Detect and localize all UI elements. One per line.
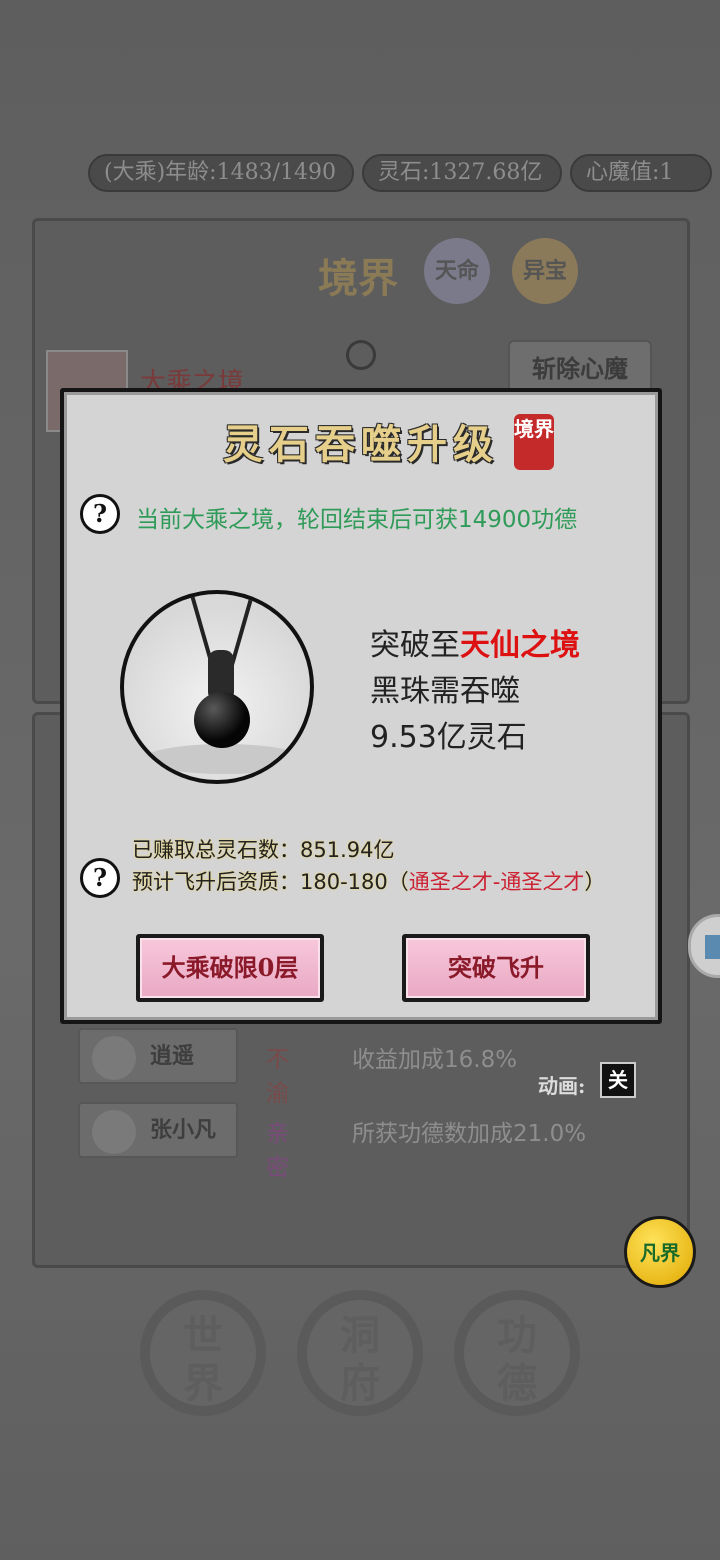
animation-toggle[interactable]: 关 — [600, 1062, 636, 1098]
companion-card[interactable]: 张小凡 — [78, 1102, 238, 1158]
companion-name: 张小凡 — [150, 1117, 217, 1143]
spirit-stone-display: 灵石:1327.68亿 — [362, 154, 562, 192]
mortal-realm-button[interactable]: 凡界 — [624, 1216, 696, 1288]
companion-bonus: 所获功德数加成21.0% — [352, 1121, 587, 1147]
treasure-button[interactable]: 异宝 — [512, 238, 578, 304]
nav-world[interactable]: 世 界 — [140, 1290, 266, 1416]
stone-devour-dialog: 灵石吞噬升级 境界 ? 当前大乘之境，轮回结束后可获14900功德 突破至天仙之… — [60, 388, 662, 1024]
devour-requirement-label: 黑珠需吞噬 — [370, 674, 520, 709]
companion-avatar — [92, 1036, 136, 1080]
nav-merit-top: 功 — [497, 1312, 537, 1359]
nav-merit[interactable]: 功 德 — [454, 1290, 580, 1416]
companion-relation: 不渝 — [266, 1047, 289, 1107]
nav-world-top: 世 — [183, 1312, 223, 1359]
nav-merit-bottom: 德 — [497, 1360, 537, 1407]
black-pearl — [194, 692, 250, 748]
help-icon[interactable]: ? — [80, 494, 120, 534]
forecast-suffix: ） — [584, 870, 606, 894]
companion-relation: 亲密 — [266, 1121, 289, 1181]
forecast-prefix: 预计飞升后资质：180-180（ — [132, 870, 409, 894]
box-icon — [705, 935, 720, 959]
help-icon[interactable]: ? — [80, 858, 120, 898]
devour-cost: 9.53亿灵石 — [370, 720, 527, 755]
mountain-scenery — [144, 744, 304, 774]
nav-cave-bottom: 府 — [340, 1360, 380, 1407]
breakthrough-prefix: 突破至 — [370, 628, 460, 663]
realm-heading: 境界 — [318, 255, 398, 302]
nav-cave[interactable]: 洞 府 — [297, 1290, 423, 1416]
breakthrough-ascend-button[interactable]: 突破飞升 — [402, 934, 590, 1002]
realm-seal-icon: 境界 — [514, 414, 554, 470]
avatar — [346, 340, 376, 370]
animation-label: 动画: — [538, 1074, 586, 1098]
breakthrough-target-line: 突破至天仙之境 — [370, 620, 580, 664]
dialog-title: 灵石吞噬升级 — [223, 421, 499, 468]
total-stones-earned: 已赚取总灵石数：851.94亿 — [132, 838, 395, 862]
destiny-button[interactable]: 天命 — [424, 238, 490, 304]
companion-avatar — [92, 1110, 136, 1154]
heart-demon-display: 心魔值:1 — [570, 154, 712, 192]
companion-card[interactable]: 逍遥 — [78, 1028, 238, 1084]
nav-world-bottom: 界 — [183, 1360, 223, 1407]
age-display: (大乘)年龄:1483/1490 — [88, 154, 354, 192]
limit-break-button[interactable]: 大乘破限0层 — [136, 934, 324, 1002]
companion-name: 逍遥 — [150, 1043, 195, 1069]
merit-info: 当前大乘之境，轮回结束后可获14900功德 — [136, 507, 578, 533]
nav-cave-top: 洞 — [340, 1312, 380, 1359]
companion-bonus: 收益加成16.8% — [352, 1047, 518, 1073]
ascension-aptitude-forecast: 预计飞升后资质：180-180（通圣之才-通圣之才） — [132, 866, 605, 896]
breakthrough-target: 天仙之境 — [460, 628, 580, 663]
black-pearl-pendant-image — [120, 590, 314, 784]
forecast-quality: 通圣之才-通圣之才 — [408, 870, 585, 894]
